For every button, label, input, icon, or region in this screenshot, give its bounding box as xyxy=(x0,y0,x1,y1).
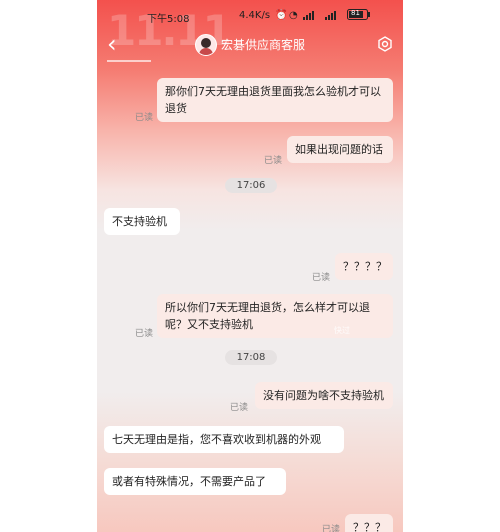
signal-icon-2 xyxy=(325,10,343,23)
battery-icon: 81 xyxy=(347,9,371,23)
chat-header: ‹ 宏碁供应商客服 xyxy=(97,30,403,62)
wifi-icon: ◔ xyxy=(289,10,298,21)
read-receipt: 已读 xyxy=(322,525,341,532)
read-receipt: 已读 xyxy=(264,156,283,166)
read-receipt: 已读 xyxy=(135,113,154,123)
signal-icon xyxy=(303,10,321,23)
message-bubble-incoming[interactable]: 七天无理由是指，您不喜欢收到机器的外观 xyxy=(104,426,344,453)
alarm-icon: ⏰ xyxy=(275,10,288,21)
phone-screen: 11.11 下午5:08 4.4K/s ⏰ ◔ 81 ‹ 宏碁供应商客服 那你们… xyxy=(97,0,403,532)
settings-icon[interactable] xyxy=(377,36,393,52)
status-time: 下午5:08 xyxy=(147,14,190,25)
battery-level: 81 xyxy=(351,9,360,17)
avatar[interactable] xyxy=(195,34,217,56)
read-receipt: 已读 xyxy=(312,273,331,283)
network-speed: 4.4K/s xyxy=(239,10,271,21)
back-indicator xyxy=(107,60,151,62)
message-bubble-outgoing[interactable]: 没有问题为啥不支持验机 xyxy=(255,382,393,409)
message-bubble-outgoing[interactable]: ？？？？ xyxy=(335,253,393,280)
message-bubble-outgoing[interactable]: 那你们7天无理由退货里面我怎么验机才可以退货 xyxy=(157,78,393,122)
message-bubble-outgoing[interactable]: ？？？ xyxy=(345,514,393,532)
back-button[interactable]: ‹ xyxy=(107,32,117,56)
overlay-watermark-text: 快过 xyxy=(334,326,350,335)
read-receipt: 已读 xyxy=(135,329,154,339)
message-bubble-incoming[interactable]: 或者有特殊情况，不需要产品了 xyxy=(104,468,286,495)
timestamp: 17:08 xyxy=(225,350,277,365)
message-bubble-incoming[interactable]: 不支持验机 xyxy=(104,208,180,235)
message-bubble-outgoing[interactable]: 所以你们7天无理由退货，怎么样才可以退呢？又不支持验机 xyxy=(157,294,393,338)
timestamp: 17:06 xyxy=(225,178,277,193)
chat-title: 宏碁供应商客服 xyxy=(221,38,306,52)
message-bubble-outgoing[interactable]: 如果出现问题的话 xyxy=(287,136,393,163)
read-receipt: 已读 xyxy=(230,403,249,413)
status-bar: 下午5:08 4.4K/s ⏰ ◔ 81 xyxy=(97,0,403,30)
